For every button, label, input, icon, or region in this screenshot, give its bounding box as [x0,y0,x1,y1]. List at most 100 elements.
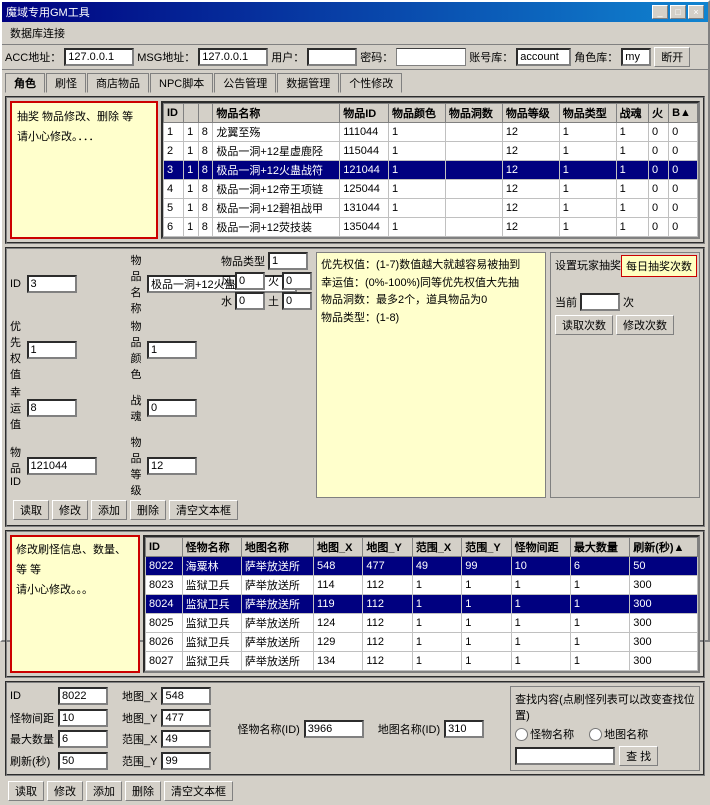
earth-label: 土 [268,293,279,309]
m-mapnameid-label: 地图名称(ID) [378,721,440,737]
radio-map-input[interactable] [589,728,602,741]
modify-count-btn[interactable]: 修改次数 [616,315,674,335]
water-field[interactable] [235,292,265,310]
table-row[interactable]: 518极品一洞+12碧祖战甲1310441121100 [164,199,698,218]
m-mapnameid-field[interactable] [444,720,484,738]
pass-input[interactable] [396,48,466,66]
table-row[interactable]: 318极品一洞+12火蛊战符1210441121100 [164,161,698,180]
tab-personal[interactable]: 个性修改 [340,73,402,93]
table-row[interactable]: 8025监狱卫兵萨举放送所1241121111300 [146,614,698,633]
tab-role[interactable]: 角色 [5,73,45,93]
menu-bar: 数据库连接 [2,22,708,45]
role-input[interactable] [621,48,651,66]
m-rangey-field[interactable] [161,752,211,770]
hint4: 物品类型：(1-8) [321,310,541,328]
radio-monster-input[interactable] [515,728,528,741]
m-col-id: ID [146,538,183,557]
m-mapy-field[interactable] [161,709,211,727]
notice-box: 抽奖 物品修改、删除 等 请小心修改。．．． [10,101,158,239]
item-modify-btn[interactable]: 修改 [52,500,88,520]
table-row[interactable]: 8023监狱卫兵萨举放送所1141121111300 [146,576,698,595]
search-panel: 查找内容(点刷怪列表可以改变查找位置) 怪物名称 地图名称 查 找 [510,686,700,771]
earth-field[interactable] [282,292,312,310]
col-type: 物品类型 [559,104,616,123]
item-table-frame: ID 物品名称 物品ID 物品颜色 物品洞数 物品等级 物品类型 战魂 火 B▲ [161,101,700,239]
priority-field[interactable] [27,341,77,359]
col-fire: 火 [648,104,668,123]
m-id-label: ID [10,690,54,702]
m-mname-field[interactable] [304,720,364,738]
m-mapx-field[interactable] [161,687,211,705]
m-rangex-field[interactable] [161,730,211,748]
soul-field[interactable] [147,399,197,417]
read-count-btn[interactable]: 读取次数 [555,315,613,335]
col-b: B▲ [669,104,698,123]
table-row[interactable]: 418极品一洞+12帝王项链1250441121100 [164,180,698,199]
table-row[interactable]: 8024监狱卫兵萨举放送所1191121111300 [146,595,698,614]
luck-field[interactable] [27,399,77,417]
m-delete-btn[interactable]: 删除 [125,781,161,801]
item-clear-btn[interactable]: 清空文本框 [169,500,238,520]
m-col-my: 地图_Y [363,538,412,557]
soul-label: 战魂 [131,392,144,424]
close-button[interactable]: × [688,5,704,19]
item-id-field[interactable] [27,275,77,293]
item-read-btn[interactable]: 读取 [13,500,49,520]
menu-db[interactable]: 数据库连接 [6,24,69,42]
search-btn[interactable]: 查 找 [619,746,658,766]
m-mapx-label: 地图_X [122,688,157,704]
connect-btn[interactable]: 断开 [654,47,690,67]
m-dist-field[interactable] [58,709,108,727]
m-col-max: 最大数量 [570,538,629,557]
m-modify-btn[interactable]: 修改 [47,781,83,801]
itemid-field[interactable] [27,457,97,475]
item-add-btn[interactable]: 添加 [91,500,127,520]
priority-label: 优先权值 [10,318,23,382]
m-max-field[interactable] [58,730,108,748]
minimize-button[interactable]: _ [652,5,668,19]
fire-field[interactable] [282,272,312,290]
m-refresh-field[interactable] [58,752,108,770]
m-id-field[interactable] [58,687,108,705]
id-label: ID [10,278,23,290]
type-field[interactable] [268,252,308,270]
item-delete-btn[interactable]: 删除 [130,500,166,520]
m-dist-label: 怪物间距 [10,710,54,726]
msg-label: MSG地址： [137,49,195,65]
table-row[interactable]: 118龙翼至殇1110441121100 [164,123,698,142]
table-row[interactable]: 618极品一洞+12荧技装1350441121100 [164,218,698,237]
current-field[interactable] [580,293,620,311]
tab-shop[interactable]: 商店物品 [87,73,149,93]
wind-field[interactable] [235,272,265,290]
radio-monster[interactable]: 怪物名称 [515,726,574,742]
current-unit: 次 [623,294,634,310]
msg-input[interactable] [198,48,268,66]
search-input[interactable] [515,747,615,765]
tab-monster[interactable]: 刷怪 [46,73,86,93]
m-clear-btn[interactable]: 清空文本框 [164,781,233,801]
col-id: ID [164,104,184,123]
level-field[interactable] [147,457,197,475]
m-col-mx: 地图_X [314,538,363,557]
color-label2: 物品颜色 [131,318,144,382]
db-input[interactable] [516,48,571,66]
table-row[interactable]: 8022海粟林萨举放送所548477499910650 [146,557,698,576]
monster-notice: 修改刷怪信息、数量、等 等 请小心修改。。。 [10,535,140,673]
search-row: 查 找 [515,746,695,766]
tab-npc[interactable]: NPC脚本 [150,73,213,93]
table-row[interactable]: 8027监狱卫兵萨举放送所1341121111300 [146,652,698,671]
user-input[interactable] [307,48,357,66]
table-row[interactable]: 8026监狱卫兵萨举放送所1291121111300 [146,633,698,652]
m-read-btn[interactable]: 读取 [8,781,44,801]
acc-input[interactable] [64,48,134,66]
monster-notice-2: 请小心修改。。。 [16,581,134,601]
color-field[interactable] [147,341,197,359]
maximize-button[interactable]: □ [670,5,686,19]
m-add-btn[interactable]: 添加 [86,781,122,801]
radio-map[interactable]: 地图名称 [589,726,648,742]
tab-announce[interactable]: 公告管理 [214,73,276,93]
search-title: 查找内容(点刷怪列表可以改变查找位置) [515,691,695,723]
tab-data[interactable]: 数据管理 [277,73,339,93]
table-row[interactable]: 218极品一洞+12星虚鹿陉1150441121100 [164,142,698,161]
monster-name-form: 怪物名称(ID) 地图名称(ID) [237,686,504,771]
